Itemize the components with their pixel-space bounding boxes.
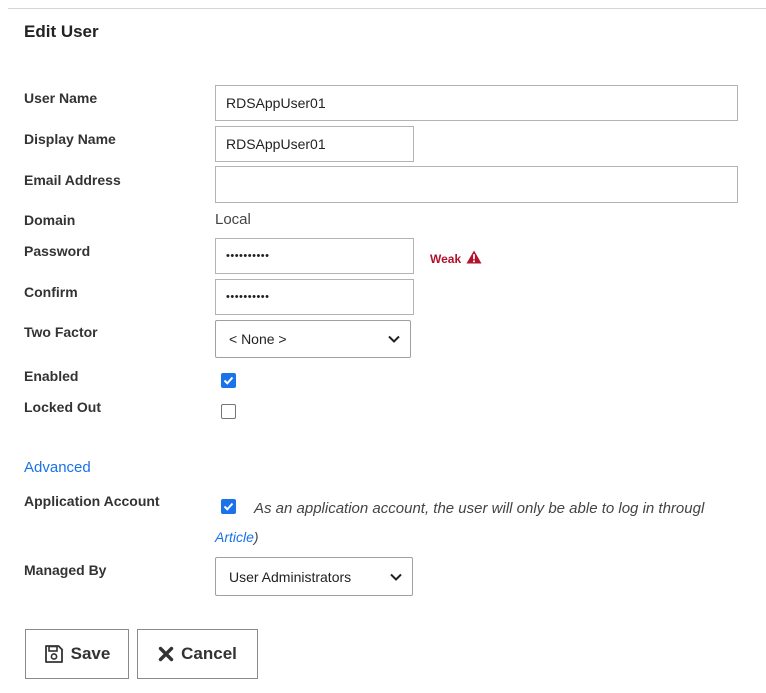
cancel-button-label: Cancel — [181, 644, 237, 663]
display-name-input[interactable]: RDSAppUser01 — [215, 126, 414, 162]
two-factor-label: Two Factor — [24, 324, 98, 340]
application-account-label: Application Account — [24, 493, 160, 509]
email-address-input[interactable] — [215, 166, 738, 203]
check-icon — [223, 502, 234, 511]
article-reference: Article) — [215, 529, 259, 545]
enabled-checkbox[interactable] — [221, 373, 236, 388]
warning-triangle-icon — [466, 250, 482, 267]
two-factor-select[interactable]: < None > — [215, 320, 411, 358]
password-strength-indicator: Weak — [430, 250, 482, 267]
email-address-label: Email Address — [24, 172, 121, 188]
display-name-label: Display Name — [24, 131, 116, 147]
password-label: Password — [24, 243, 91, 259]
x-icon — [158, 646, 174, 662]
password-strength-text: Weak — [430, 251, 462, 266]
chevron-down-icon — [388, 335, 400, 343]
save-button[interactable]: Save — [25, 629, 129, 679]
domain-value: Local — [215, 211, 251, 228]
confirm-label: Confirm — [24, 284, 78, 300]
check-icon — [223, 376, 234, 385]
managed-by-label: Managed By — [24, 562, 107, 578]
two-factor-selected-value: < None > — [229, 331, 287, 347]
cancel-button[interactable]: Cancel — [137, 629, 258, 679]
user-name-input[interactable]: RDSAppUser01 — [215, 85, 738, 121]
advanced-link[interactable]: Advanced — [24, 459, 91, 476]
edit-user-page: Edit User User Name RDSAppUser01 Display… — [0, 0, 766, 693]
confirm-password-input[interactable]: •••••••••• — [215, 279, 414, 315]
top-divider — [8, 8, 766, 9]
password-input[interactable]: •••••••••• — [215, 238, 414, 274]
page-title: Edit User — [24, 22, 99, 41]
floppy-disk-icon — [44, 645, 63, 663]
user-name-label: User Name — [24, 90, 98, 106]
application-account-checkbox[interactable] — [221, 499, 236, 514]
save-button-label: Save — [70, 644, 111, 663]
article-link[interactable]: Article — [215, 529, 254, 545]
managed-by-selected-value: User Administrators — [229, 568, 352, 585]
domain-label: Domain — [24, 212, 76, 228]
locked-out-label: Locked Out — [24, 399, 102, 415]
chevron-down-icon — [390, 573, 402, 581]
managed-by-select[interactable]: User Administrators — [215, 557, 413, 596]
article-suffix: ) — [253, 529, 259, 545]
enabled-label: Enabled — [24, 368, 79, 384]
locked-out-checkbox[interactable] — [221, 404, 236, 419]
application-account-note: As an application account, the user will… — [254, 500, 705, 517]
